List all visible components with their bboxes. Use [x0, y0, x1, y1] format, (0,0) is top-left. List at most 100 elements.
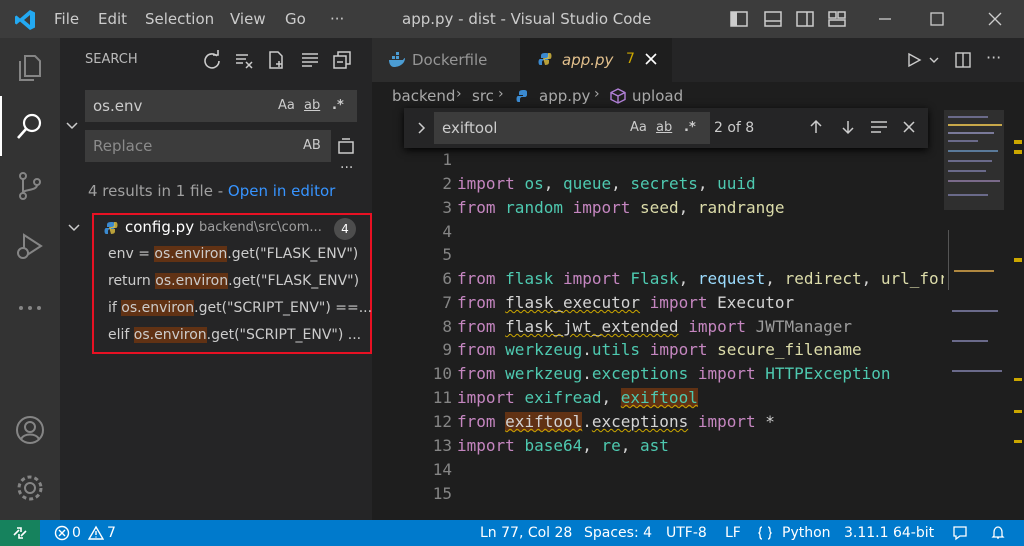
toggle-panel-icon[interactable]: [762, 8, 784, 30]
result-match: os.environ: [154, 246, 228, 262]
problems-indicator[interactable]: 0 7: [52, 520, 126, 546]
line-number: 5: [442, 245, 452, 264]
close-find-icon[interactable]: [902, 120, 916, 134]
tab-dockerfile[interactable]: Dockerfile: [372, 38, 520, 82]
code-text: import exifread, exiftool: [457, 388, 698, 407]
source-control-icon[interactable]: [14, 170, 46, 202]
use-regex-toggle[interactable]: .*: [332, 98, 344, 113]
tab-problem-count: 7: [626, 51, 635, 67]
close-window-icon[interactable]: [984, 8, 1006, 30]
minimize-icon[interactable]: [874, 8, 896, 30]
search-input-value: os.env: [93, 97, 143, 115]
active-indicator: [0, 96, 2, 156]
menu-view[interactable]: View: [230, 10, 266, 28]
sidebar-title: SEARCH: [85, 52, 138, 67]
error-count: 0: [72, 525, 81, 541]
breadcrumb: backend › src › app.py › upload: [372, 82, 1024, 110]
match-count: 2 of 8: [714, 120, 755, 136]
breadcrumb-item[interactable]: app.py: [539, 87, 590, 105]
breadcrumb-separator-icon: ›: [498, 86, 504, 102]
python-interpreter[interactable]: 3.11.1 64-bit: [844, 525, 934, 541]
explorer-icon[interactable]: [14, 52, 46, 84]
new-search-editor-icon[interactable]: [266, 50, 286, 70]
menu-file[interactable]: File: [54, 10, 79, 28]
file-expand-chevron-icon[interactable]: [67, 221, 81, 238]
vertical-scrollbar[interactable]: [1012, 110, 1024, 520]
window-title: app.py - dist - Visual Studio Code: [402, 10, 652, 28]
notifications-bell-icon[interactable]: [990, 525, 1006, 541]
match-whole-word-toggle[interactable]: ab: [304, 98, 320, 113]
result-line[interactable]: return os.environ.get("FLASK_ENV"): [108, 273, 359, 289]
remote-indicator[interactable]: [0, 520, 40, 546]
line-number: 3: [442, 198, 452, 217]
breadcrumb-separator-icon: ›: [456, 86, 462, 102]
vscode-logo-icon: [15, 10, 35, 30]
manage-gear-icon[interactable]: [14, 472, 46, 504]
breadcrumb-item[interactable]: backend: [392, 87, 455, 105]
view-as-tree-icon[interactable]: [300, 50, 320, 70]
result-prefix: return: [108, 273, 156, 289]
language-braces-icon: [758, 526, 772, 540]
run-dropdown-icon[interactable]: [928, 54, 940, 66]
find-input[interactable]: exiftool Aa ab .*: [434, 112, 710, 144]
replace-all-icon[interactable]: [335, 134, 357, 156]
replace-input[interactable]: Replace AB: [85, 130, 331, 162]
minimap[interactable]: [944, 110, 1008, 520]
code-text: from flask_jwt_extended import JWTManage…: [457, 317, 852, 336]
previous-match-icon[interactable]: [808, 119, 824, 135]
docker-icon: [389, 52, 405, 67]
more-actions-icon[interactable]: ···: [986, 48, 1001, 67]
open-in-editor-link[interactable]: Open in editor: [228, 182, 335, 200]
clear-results-icon[interactable]: [234, 50, 254, 70]
toggle-replace-chevron-icon[interactable]: [65, 119, 79, 133]
result-prefix: if: [108, 300, 122, 316]
result-line[interactable]: elif os.environ.get("SCRIPT_ENV") ...: [108, 327, 361, 343]
collapse-all-icon[interactable]: [332, 50, 352, 70]
end-of-line[interactable]: LF: [725, 525, 741, 541]
results-count-text: 4 results in 1 file -: [88, 182, 228, 200]
match-whole-word-toggle[interactable]: ab: [656, 120, 672, 135]
code-text: import base64, re, ast: [457, 436, 669, 455]
match-case-toggle[interactable]: Aa: [630, 120, 647, 135]
accounts-icon[interactable]: [14, 414, 46, 446]
menu-go[interactable]: Go: [285, 10, 306, 28]
more-views-icon[interactable]: [14, 292, 46, 324]
result-file-name: config.py: [125, 218, 195, 236]
tab-app-py[interactable]: app.py 7: [520, 38, 672, 82]
result-line[interactable]: env = os.environ.get("FLASK_ENV"): [108, 246, 358, 262]
menu-edit[interactable]: Edit: [98, 10, 127, 28]
encoding[interactable]: UTF-8: [666, 525, 707, 541]
match-case-toggle[interactable]: Aa: [278, 98, 295, 113]
remote-icon: [13, 527, 27, 539]
result-line[interactable]: if os.environ.get("SCRIPT_ENV") ==...: [108, 300, 372, 316]
search-input[interactable]: os.env Aa ab .*: [85, 90, 357, 122]
toggle-secondary-sidebar-icon[interactable]: [794, 8, 816, 30]
toggle-replace-chevron-icon[interactable]: [414, 121, 428, 135]
run-debug-icon[interactable]: [14, 230, 46, 262]
language-mode[interactable]: Python: [782, 525, 831, 541]
cursor-position[interactable]: Ln 77, Col 28: [480, 525, 572, 541]
search-icon[interactable]: [14, 110, 46, 142]
split-editor-icon[interactable]: [954, 51, 972, 69]
breadcrumb-item[interactable]: upload: [632, 87, 683, 105]
menu-more[interactable]: ···: [330, 10, 344, 28]
feedback-icon[interactable]: [952, 525, 968, 541]
next-match-icon[interactable]: [840, 119, 856, 135]
menu-selection[interactable]: Selection: [145, 10, 214, 28]
preserve-case-toggle[interactable]: AB: [303, 138, 321, 153]
refresh-icon[interactable]: [202, 50, 222, 70]
python-file-icon: [104, 222, 118, 234]
find-in-selection-icon[interactable]: [870, 119, 888, 135]
customize-layout-icon[interactable]: [826, 8, 848, 30]
breadcrumb-item[interactable]: src: [472, 87, 494, 105]
toggle-search-details-icon[interactable]: ···: [340, 160, 353, 176]
indentation[interactable]: Spaces: 4: [584, 525, 652, 541]
run-icon[interactable]: [906, 52, 922, 68]
toggle-sidebar-icon[interactable]: [728, 8, 750, 30]
code-text: from werkzeug.utils import secure_filena…: [457, 340, 862, 359]
tab-label: app.py: [562, 51, 614, 69]
use-regex-toggle[interactable]: .*: [684, 120, 696, 135]
file-result-row[interactable]: config.py backend\src\com... 4: [94, 215, 370, 241]
close-tab-icon[interactable]: [644, 52, 658, 66]
maximize-icon[interactable]: [926, 8, 948, 30]
